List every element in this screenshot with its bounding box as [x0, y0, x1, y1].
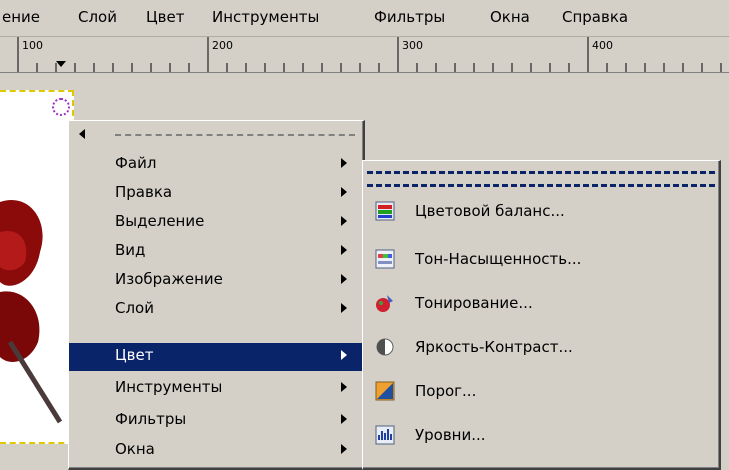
color-balance-icon [375, 201, 395, 221]
submenu-arrow-icon [341, 158, 347, 168]
submenu-tearoff[interactable] [367, 171, 715, 187]
menu-item-filters[interactable]: Фильтры [69, 407, 363, 433]
menu-item-label: Фильтры [115, 410, 187, 428]
hue-saturation-icon [375, 249, 395, 269]
menu-layer[interactable]: Слой [78, 8, 117, 26]
levels-icon [375, 425, 395, 445]
menu-item-layer[interactable]: Слой [69, 296, 363, 322]
back-arrow-icon[interactable] [79, 129, 85, 139]
ruler-label: 100 [22, 39, 43, 52]
menu-item-select[interactable]: Выделение [69, 209, 363, 235]
submenu-item-levels[interactable]: Уровни... [363, 417, 719, 453]
menu-item-label: Правка [115, 183, 173, 201]
menu-item-label: Цвет [115, 346, 154, 364]
selection-handle-icon[interactable] [52, 98, 70, 116]
menu-filters[interactable]: Фильтры [374, 8, 445, 26]
submenu-arrow-icon [341, 303, 347, 313]
image-context-menu: Файл Правка Выделение Вид Изображение Сл… [68, 120, 365, 470]
menu-item-edit[interactable]: Правка [69, 180, 363, 206]
submenu-arrow-icon [341, 274, 347, 284]
submenu-arrow-icon [341, 187, 347, 197]
ruler-label: 200 [212, 39, 233, 52]
menu-item-windows[interactable]: Окна [69, 437, 363, 463]
submenu-item-threshold[interactable]: Порог... [363, 373, 719, 409]
menu-item-color[interactable]: Цвет [69, 343, 363, 371]
submenu-item-brightness-contrast[interactable]: Яркость-Контраст... [363, 329, 719, 365]
submenu-item-label: Цветовой баланс... [415, 202, 565, 220]
menu-edit[interactable]: ение [2, 8, 40, 26]
submenu-arrow-icon [341, 414, 347, 424]
horizontal-ruler: 100 200 300 400 [0, 37, 729, 73]
ruler-label: 300 [402, 39, 423, 52]
tearoff-line[interactable] [115, 134, 355, 136]
submenu-arrow-icon [341, 216, 347, 226]
menu-color[interactable]: Цвет [146, 8, 184, 26]
ruler-label: 400 [592, 39, 613, 52]
ruler-pointer-icon [56, 61, 66, 67]
submenu-arrow-icon [341, 350, 347, 360]
menu-item-label: Вид [115, 241, 146, 259]
ruler-ticks [17, 37, 722, 72]
menu-tools[interactable]: Инструменты [212, 8, 319, 26]
menu-item-view[interactable]: Вид [69, 238, 363, 264]
menubar: ение Слой Цвет Инструменты Фильтры Окна … [0, 0, 729, 37]
menu-item-label: Окна [115, 440, 155, 458]
submenu-item-label: Порог... [415, 382, 477, 400]
submenu-item-label: Уровни... [415, 426, 486, 444]
menu-item-label: Слой [115, 299, 154, 317]
submenu-item-label: Яркость-Контраст... [415, 338, 573, 356]
submenu-arrow-icon [341, 382, 347, 392]
submenu-item-hue-saturation[interactable]: Тон-Насыщенность... [363, 241, 719, 277]
submenu-item-label: Тонирование... [415, 294, 533, 312]
menu-item-label: Изображение [115, 270, 223, 288]
submenu-arrow-icon [341, 444, 347, 454]
menu-item-tools[interactable]: Инструменты [69, 375, 363, 401]
submenu-item-colorize[interactable]: Тонирование... [363, 285, 719, 321]
submenu-item-label: Тон-Насыщенность... [415, 250, 582, 268]
menu-item-file[interactable]: Файл [69, 151, 363, 177]
brightness-contrast-icon [376, 338, 394, 356]
submenu-item-color-balance[interactable]: Цветовой баланс... [363, 193, 719, 229]
menu-item-image[interactable]: Изображение [69, 267, 363, 293]
image-canvas[interactable] [0, 90, 74, 444]
menu-item-label: Файл [115, 154, 157, 172]
color-submenu: Цветовой баланс... Тон-Насыщенность... Т… [362, 160, 721, 470]
threshold-icon [375, 381, 395, 401]
flower-image [0, 200, 63, 424]
menu-help[interactable]: Справка [562, 8, 628, 26]
menu-item-label: Выделение [115, 212, 205, 230]
submenu-arrow-icon [341, 245, 347, 255]
menu-item-label: Инструменты [115, 378, 223, 396]
menu-windows[interactable]: Окна [490, 8, 530, 26]
colorize-icon [376, 295, 393, 312]
